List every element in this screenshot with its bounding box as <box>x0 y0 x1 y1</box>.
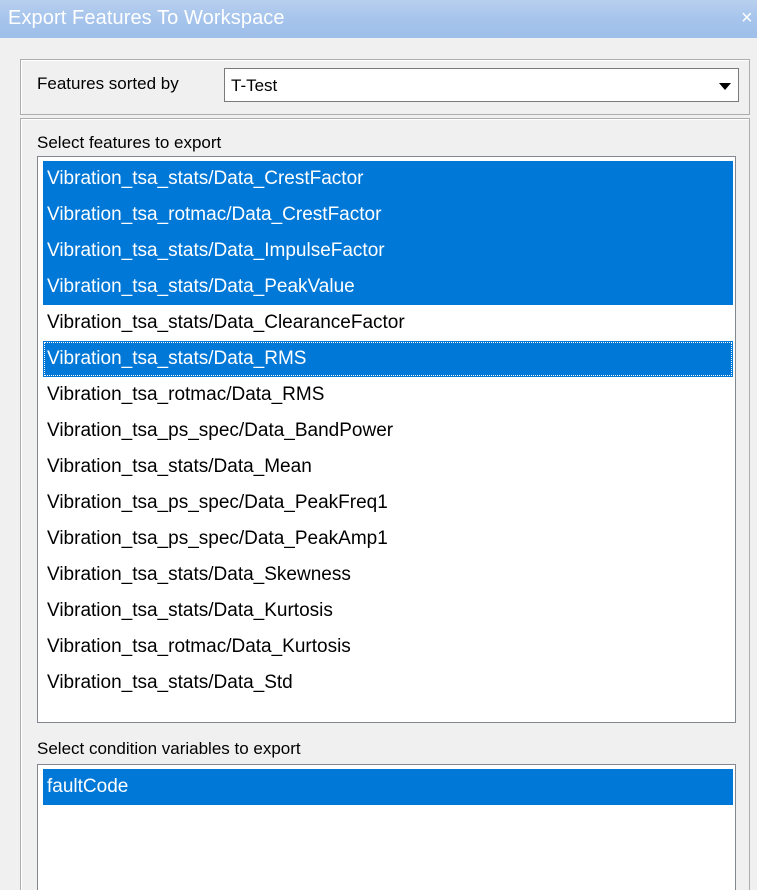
list-item[interactable]: Vibration_tsa_stats/Data_ClearanceFactor <box>43 305 733 341</box>
export-panel: Select features to export Vibration_tsa_… <box>20 118 750 890</box>
sort-label: Features sorted by <box>37 74 179 93</box>
sort-panel: Features sorted by T-Test <box>20 59 750 115</box>
list-item[interactable]: Vibration_tsa_stats/Data_Skewness <box>43 557 733 593</box>
export-features-dialog: Export Features To Workspace × Features … <box>0 0 757 890</box>
close-icon[interactable]: × <box>741 8 757 28</box>
list-item[interactable]: faultCode <box>43 769 733 805</box>
sort-selected-value: T-Test <box>231 76 278 95</box>
list-item[interactable]: Vibration_tsa_rotmac/Data_CrestFactor <box>43 197 733 233</box>
features-list-label: Select features to export <box>37 133 222 152</box>
features-listbox[interactable]: Vibration_tsa_stats/Data_CrestFactor Vibr… <box>37 156 736 723</box>
conditions-list-label: Select condition variables to export <box>37 739 301 758</box>
window-title: Export Features To Workspace <box>8 7 285 29</box>
list-item[interactable]: Vibration_tsa_rotmac/Data_RMS <box>43 377 733 413</box>
sort-dropdown[interactable]: T-Test <box>224 68 739 102</box>
list-item[interactable]: Vibration_tsa_ps_spec/Data_PeakAmp1 <box>43 521 733 557</box>
list-item[interactable]: Vibration_tsa_stats/Data_RMS <box>43 341 733 377</box>
chevron-down-icon[interactable] <box>719 83 731 90</box>
conditions-listbox[interactable]: faultCode <box>37 764 736 890</box>
list-item[interactable]: Vibration_tsa_stats/Data_Std <box>43 665 733 701</box>
title-bar[interactable]: Export Features To Workspace × <box>0 0 757 38</box>
list-item[interactable]: Vibration_tsa_ps_spec/Data_PeakFreq1 <box>43 485 733 521</box>
list-item[interactable]: Vibration_tsa_stats/Data_Kurtosis <box>43 593 733 629</box>
list-item[interactable]: Vibration_tsa_stats/Data_CrestFactor <box>43 161 733 197</box>
list-item[interactable]: Vibration_tsa_stats/Data_Mean <box>43 449 733 485</box>
list-item[interactable]: Vibration_tsa_ps_spec/Data_BandPower <box>43 413 733 449</box>
list-item[interactable]: Vibration_tsa_stats/Data_ImpulseFactor <box>43 233 733 269</box>
list-item[interactable]: Vibration_tsa_stats/Data_PeakValue <box>43 269 733 305</box>
list-item[interactable]: Vibration_tsa_rotmac/Data_Kurtosis <box>43 629 733 665</box>
